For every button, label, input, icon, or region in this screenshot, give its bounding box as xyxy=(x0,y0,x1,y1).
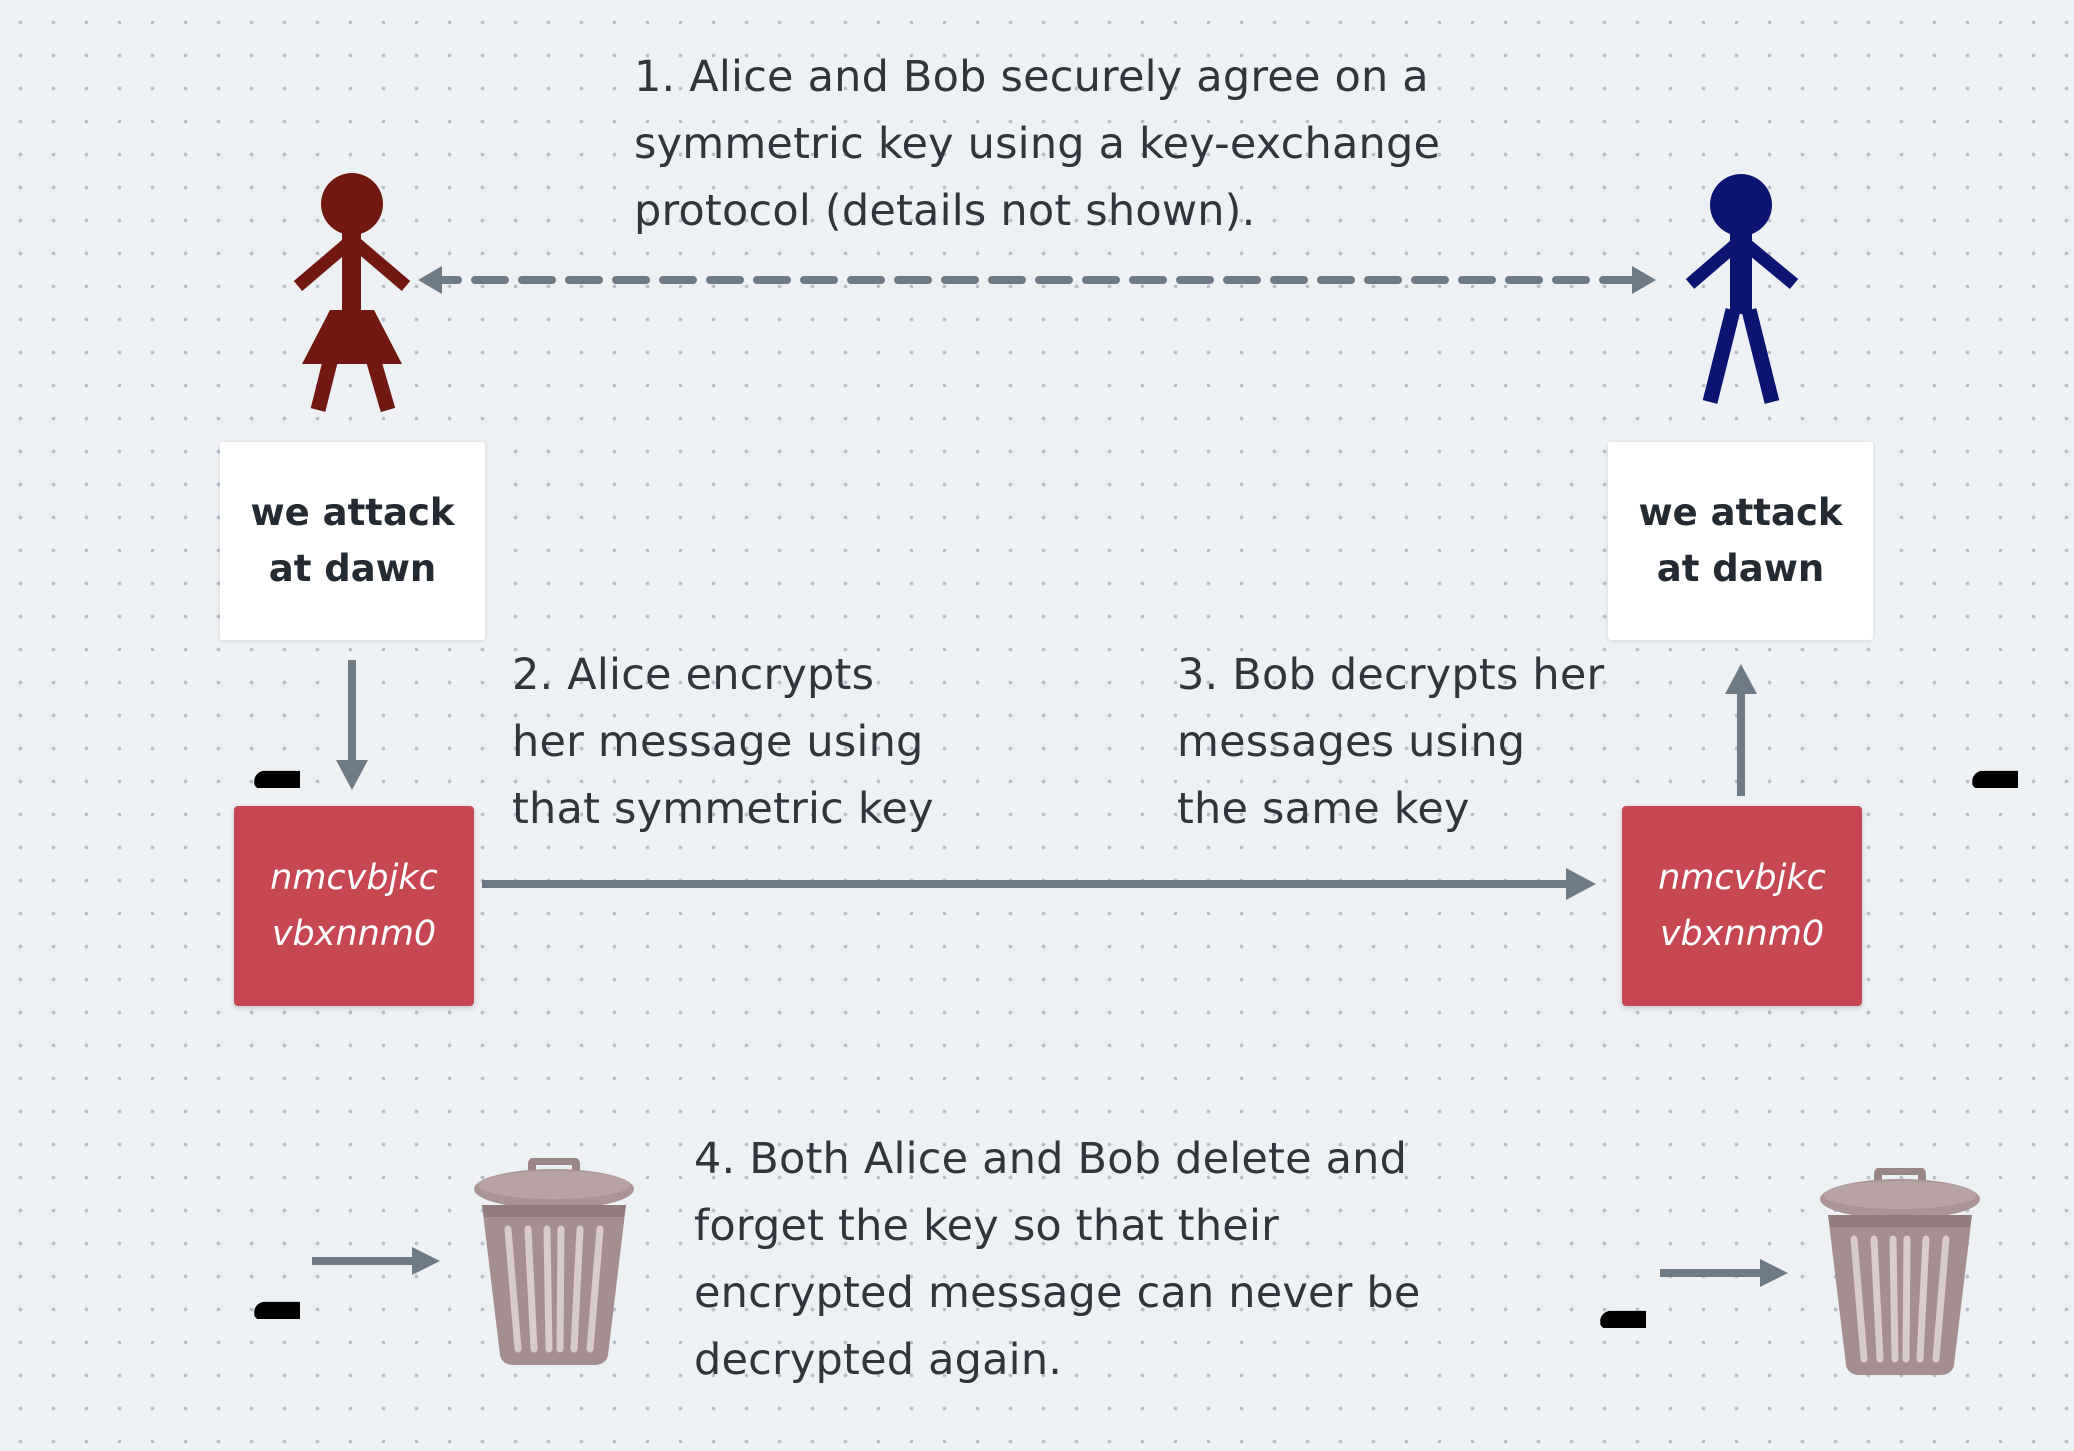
bob-decrypt-arrow xyxy=(1725,664,1757,796)
bob-trash-can-icon xyxy=(1820,1168,1980,1380)
step-1-caption: 1. Alice and Bob securely agree on a sym… xyxy=(634,52,1441,236)
alice-encrypt-arrow xyxy=(336,660,368,790)
bob-key-icon xyxy=(1970,737,2018,788)
bob-ciphertext-card: nmcvbjkc vbxnnm0 xyxy=(1622,806,1862,1006)
alice-figure-icon xyxy=(293,173,411,413)
transfer-arrow xyxy=(482,868,1596,900)
step-2-caption: 2. Alice encrypts her message using that… xyxy=(512,650,934,834)
dashed-arrow-head-right xyxy=(1632,266,1656,294)
step-4-caption: 4. Both Alice and Bob delete and forget … xyxy=(694,1134,1421,1385)
bob-delete-key-icon xyxy=(1598,1277,1646,1328)
bob-figure-icon xyxy=(1685,174,1799,404)
step-3-caption: 3. Bob decrypts her messages using the s… xyxy=(1177,650,1605,834)
alice-delete-key-icon xyxy=(252,1268,300,1319)
alice-trash-can-icon xyxy=(474,1158,634,1370)
bob-delete-arrow xyxy=(1660,1259,1788,1287)
bob-plaintext-card: we attack at dawn xyxy=(1608,442,1873,640)
alice-plaintext-card: we attack at dawn xyxy=(220,442,485,640)
alice-ciphertext-card: nmcvbjkc vbxnnm0 xyxy=(234,806,474,1006)
dashed-arrow-head-left xyxy=(418,266,442,294)
alice-delete-arrow xyxy=(312,1247,440,1275)
alice-key-icon xyxy=(252,737,300,788)
